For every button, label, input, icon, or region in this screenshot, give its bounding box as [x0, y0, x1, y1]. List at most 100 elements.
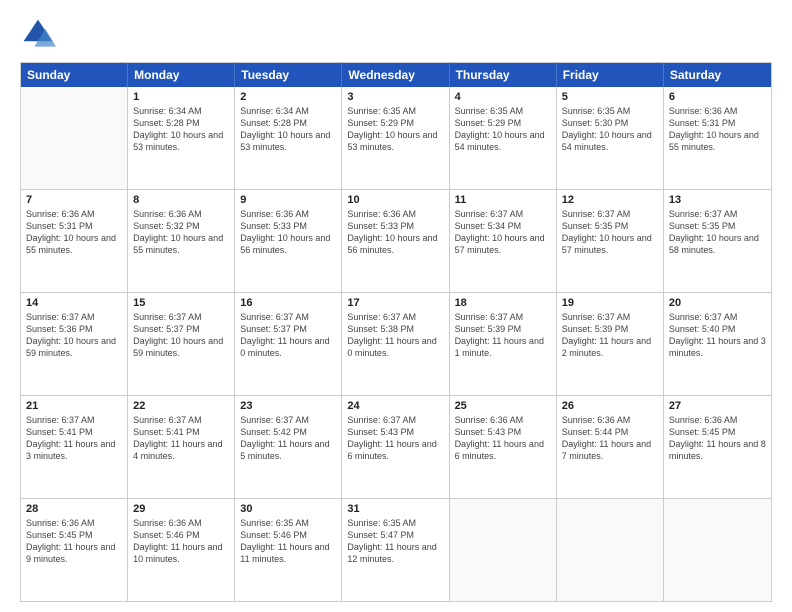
cell-info: Sunrise: 6:37 AM Sunset: 5:36 PM Dayligh… [26, 311, 122, 360]
cell-info: Sunrise: 6:36 AM Sunset: 5:33 PM Dayligh… [240, 208, 336, 257]
cell-info: Sunrise: 6:36 AM Sunset: 5:45 PM Dayligh… [26, 517, 122, 566]
weekday-header: Tuesday [235, 63, 342, 87]
calendar-cell: 18 Sunrise: 6:37 AM Sunset: 5:39 PM Dayli… [450, 293, 557, 395]
day-number: 4 [455, 91, 551, 103]
calendar-cell: 24 Sunrise: 6:37 AM Sunset: 5:43 PM Dayli… [342, 396, 449, 498]
calendar-cell: 8 Sunrise: 6:36 AM Sunset: 5:32 PM Daylig… [128, 190, 235, 292]
calendar-cell: 26 Sunrise: 6:36 AM Sunset: 5:44 PM Dayli… [557, 396, 664, 498]
day-number: 8 [133, 194, 229, 206]
cell-info: Sunrise: 6:35 AM Sunset: 5:29 PM Dayligh… [455, 105, 551, 154]
day-number: 17 [347, 297, 443, 309]
cell-info: Sunrise: 6:37 AM Sunset: 5:43 PM Dayligh… [347, 414, 443, 463]
day-number: 21 [26, 400, 122, 412]
weekday-header: Sunday [21, 63, 128, 87]
day-number: 10 [347, 194, 443, 206]
day-number: 29 [133, 503, 229, 515]
cell-info: Sunrise: 6:37 AM Sunset: 5:34 PM Dayligh… [455, 208, 551, 257]
day-number: 13 [669, 194, 766, 206]
calendar-cell: 9Sunrise: 6:36 AM Sunset: 5:33 PM Daylig… [235, 190, 342, 292]
cell-info: Sunrise: 6:37 AM Sunset: 5:39 PM Dayligh… [455, 311, 551, 360]
calendar-cell: 30Sunrise: 6:35 AM Sunset: 5:46 PM Dayli… [235, 499, 342, 601]
day-number: 5 [562, 91, 658, 103]
cell-info: Sunrise: 6:36 AM Sunset: 5:44 PM Dayligh… [562, 414, 658, 463]
cell-info: Sunrise: 6:37 AM Sunset: 5:37 PM Dayligh… [240, 311, 336, 360]
calendar-cell: 6 Sunrise: 6:36 AM Sunset: 5:31 PM Daylig… [664, 87, 771, 189]
calendar-cell: 16 Sunrise: 6:37 AM Sunset: 5:37 PM Dayli… [235, 293, 342, 395]
cell-info: Sunrise: 6:35 AM Sunset: 5:46 PM Dayligh… [240, 517, 336, 566]
calendar-row: 7 Sunrise: 6:36 AM Sunset: 5:31 PM Daylig… [21, 189, 771, 292]
day-number: 6 [669, 91, 766, 103]
calendar-cell [557, 499, 664, 601]
cell-info: Sunrise: 6:34 AM Sunset: 5:28 PM Dayligh… [240, 105, 336, 154]
cell-info: Sunrise: 6:37 AM Sunset: 5:41 PM Dayligh… [26, 414, 122, 463]
day-number: 2 [240, 91, 336, 103]
calendar-cell: 10 Sunrise: 6:36 AM Sunset: 5:33 PM Dayli… [342, 190, 449, 292]
cell-info: Sunrise: 6:37 AM Sunset: 5:35 PM Dayligh… [562, 208, 658, 257]
calendar-cell: 5 Sunrise: 6:35 AM Sunset: 5:30 PM Daylig… [557, 87, 664, 189]
cell-info: Sunrise: 6:37 AM Sunset: 5:41 PM Dayligh… [133, 414, 229, 463]
cell-info: Sunrise: 6:37 AM Sunset: 5:40 PM Dayligh… [669, 311, 766, 360]
cell-info: Sunrise: 6:36 AM Sunset: 5:43 PM Dayligh… [455, 414, 551, 463]
day-number: 14 [26, 297, 122, 309]
cell-info: Sunrise: 6:36 AM Sunset: 5:31 PM Dayligh… [669, 105, 766, 154]
day-number: 31 [347, 503, 443, 515]
day-number: 28 [26, 503, 122, 515]
weekday-header: Friday [557, 63, 664, 87]
day-number: 26 [562, 400, 658, 412]
calendar-cell: 29 Sunrise: 6:36 AM Sunset: 5:46 PM Dayli… [128, 499, 235, 601]
day-number: 25 [455, 400, 551, 412]
cell-info: Sunrise: 6:37 AM Sunset: 5:37 PM Dayligh… [133, 311, 229, 360]
cell-info: Sunrise: 6:37 AM Sunset: 5:38 PM Dayligh… [347, 311, 443, 360]
calendar-header: SundayMondayTuesdayWednesdayThursdayFrid… [21, 63, 771, 87]
day-number: 19 [562, 297, 658, 309]
weekday-header: Thursday [450, 63, 557, 87]
calendar-cell: 19 Sunrise: 6:37 AM Sunset: 5:39 PM Dayli… [557, 293, 664, 395]
calendar-cell: 31Sunrise: 6:35 AM Sunset: 5:47 PM Dayli… [342, 499, 449, 601]
day-number: 23 [240, 400, 336, 412]
cell-info: Sunrise: 6:36 AM Sunset: 5:32 PM Dayligh… [133, 208, 229, 257]
day-number: 7 [26, 194, 122, 206]
calendar-cell: 11Sunrise: 6:37 AM Sunset: 5:34 PM Dayli… [450, 190, 557, 292]
calendar-cell: 13 Sunrise: 6:37 AM Sunset: 5:35 PM Dayli… [664, 190, 771, 292]
cell-info: Sunrise: 6:37 AM Sunset: 5:35 PM Dayligh… [669, 208, 766, 257]
logo-icon [20, 16, 56, 52]
logo [20, 16, 62, 52]
calendar-row: 21 Sunrise: 6:37 AM Sunset: 5:41 PM Dayli… [21, 395, 771, 498]
cell-info: Sunrise: 6:37 AM Sunset: 5:42 PM Dayligh… [240, 414, 336, 463]
day-number: 22 [133, 400, 229, 412]
calendar-cell: 20 Sunrise: 6:37 AM Sunset: 5:40 PM Dayli… [664, 293, 771, 395]
cell-info: Sunrise: 6:36 AM Sunset: 5:46 PM Dayligh… [133, 517, 229, 566]
calendar-cell: 14 Sunrise: 6:37 AM Sunset: 5:36 PM Dayli… [21, 293, 128, 395]
calendar-row: 1 Sunrise: 6:34 AM Sunset: 5:28 PM Daylig… [21, 87, 771, 189]
calendar-cell: 23 Sunrise: 6:37 AM Sunset: 5:42 PM Dayli… [235, 396, 342, 498]
cell-info: Sunrise: 6:35 AM Sunset: 5:30 PM Dayligh… [562, 105, 658, 154]
calendar-cell: 22 Sunrise: 6:37 AM Sunset: 5:41 PM Dayli… [128, 396, 235, 498]
weekday-header: Monday [128, 63, 235, 87]
day-number: 1 [133, 91, 229, 103]
weekday-header: Saturday [664, 63, 771, 87]
cell-info: Sunrise: 6:34 AM Sunset: 5:28 PM Dayligh… [133, 105, 229, 154]
day-number: 20 [669, 297, 766, 309]
calendar-body: 1 Sunrise: 6:34 AM Sunset: 5:28 PM Daylig… [21, 87, 771, 601]
calendar-cell: 15Sunrise: 6:37 AM Sunset: 5:37 PM Dayli… [128, 293, 235, 395]
calendar-cell [664, 499, 771, 601]
calendar: SundayMondayTuesdayWednesdayThursdayFrid… [20, 62, 772, 602]
day-number: 3 [347, 91, 443, 103]
calendar-cell [450, 499, 557, 601]
day-number: 27 [669, 400, 766, 412]
calendar-cell: 17 Sunrise: 6:37 AM Sunset: 5:38 PM Dayli… [342, 293, 449, 395]
calendar-cell: 12Sunrise: 6:37 AM Sunset: 5:35 PM Dayli… [557, 190, 664, 292]
calendar-cell: 21 Sunrise: 6:37 AM Sunset: 5:41 PM Dayli… [21, 396, 128, 498]
day-number: 18 [455, 297, 551, 309]
calendar-row: 14 Sunrise: 6:37 AM Sunset: 5:36 PM Dayli… [21, 292, 771, 395]
calendar-cell: 2 Sunrise: 6:34 AM Sunset: 5:28 PM Daylig… [235, 87, 342, 189]
calendar-row: 28 Sunrise: 6:36 AM Sunset: 5:45 PM Dayli… [21, 498, 771, 601]
calendar-cell: 1 Sunrise: 6:34 AM Sunset: 5:28 PM Daylig… [128, 87, 235, 189]
cell-info: Sunrise: 6:37 AM Sunset: 5:39 PM Dayligh… [562, 311, 658, 360]
cell-info: Sunrise: 6:35 AM Sunset: 5:29 PM Dayligh… [347, 105, 443, 154]
day-number: 24 [347, 400, 443, 412]
calendar-cell: 27Sunrise: 6:36 AM Sunset: 5:45 PM Dayli… [664, 396, 771, 498]
cell-info: Sunrise: 6:36 AM Sunset: 5:31 PM Dayligh… [26, 208, 122, 257]
cell-info: Sunrise: 6:36 AM Sunset: 5:33 PM Dayligh… [347, 208, 443, 257]
day-number: 16 [240, 297, 336, 309]
